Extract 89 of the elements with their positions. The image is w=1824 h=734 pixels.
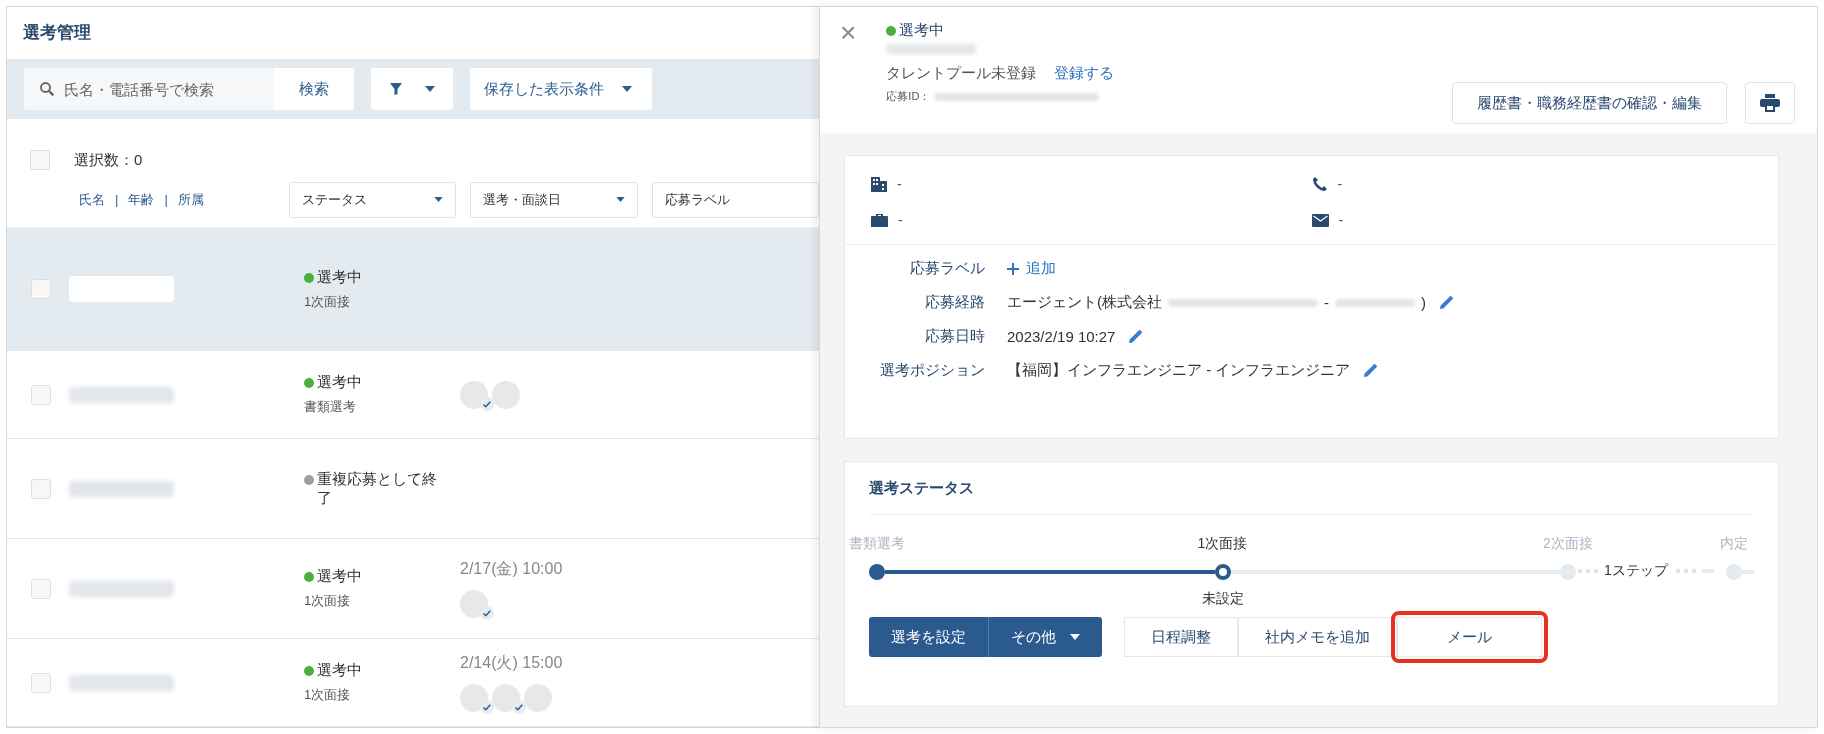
print-button[interactable]: [1745, 82, 1795, 124]
briefcase-icon: [871, 212, 888, 228]
status-text: 選考中: [317, 373, 362, 392]
status-text: 選考中: [317, 567, 362, 586]
stage-text: 1次面接: [304, 592, 352, 610]
close-button[interactable]: ×: [840, 19, 857, 133]
resume-button[interactable]: 履歴書・職務経歴書の確認・編集: [1452, 82, 1727, 124]
contact-value: -: [1337, 176, 1343, 192]
mail-icon: [1311, 213, 1329, 227]
filter-icon: [389, 82, 403, 97]
check-icon: [480, 700, 494, 714]
sort-link[interactable]: 所属: [177, 190, 204, 209]
search-button[interactable]: 検索: [274, 68, 354, 111]
row-checkbox[interactable]: [31, 672, 51, 693]
stage-text: 1次面接: [304, 686, 352, 704]
set-stage-button[interactable]: 選考を設定: [869, 617, 989, 657]
field-value: ): [1421, 294, 1426, 311]
stage-text: 書類選考: [304, 398, 357, 416]
plus-icon[interactable]: [1007, 262, 1019, 275]
contact-value: -: [897, 176, 902, 192]
table-row[interactable]: 選考中 1次面接 2/17(金) 10:00: [7, 539, 819, 639]
step-label: 書類選考: [849, 535, 905, 553]
stage-text: 1次面接: [304, 292, 352, 311]
separator: |: [164, 192, 168, 208]
caret-icon: [615, 197, 625, 203]
check-icon: [512, 700, 526, 714]
step-label: 1次面接: [1197, 535, 1248, 553]
table-row[interactable]: 選考中 1次面接 2/14(火) 15:00: [7, 639, 819, 727]
field-label: 応募日時: [924, 327, 985, 346]
page-title: 選考管理: [23, 22, 91, 45]
caret-icon: [434, 197, 444, 203]
selection-count: 選択数：0: [74, 150, 143, 171]
application-id-label: 応募ID：: [886, 89, 931, 104]
more-dropdown[interactable]: その他: [989, 617, 1102, 657]
row-checkbox[interactable]: [31, 578, 51, 599]
talent-pool-status: タレントプール未登録: [886, 64, 1037, 83]
status-text: 選考中: [317, 661, 362, 680]
table-row[interactable]: 選考中 書類選考: [7, 351, 819, 439]
field-value: -: [1324, 294, 1329, 311]
step-note: 未設定: [1201, 590, 1244, 608]
status-text: 選考中: [317, 267, 362, 287]
contact-value: -: [898, 212, 903, 228]
field-label: 選考ポジション: [879, 361, 985, 380]
separator: |: [115, 192, 119, 208]
field-label: 応募経路: [924, 293, 985, 312]
caret-icon: [1070, 634, 1080, 640]
sort-link[interactable]: 年齢: [128, 190, 155, 209]
step-label: 内定: [1720, 535, 1748, 553]
building-icon: [871, 176, 887, 192]
pencil-icon[interactable]: [1129, 330, 1143, 343]
filter-button[interactable]: [371, 68, 453, 111]
section-title: 選考ステータス: [869, 462, 1754, 515]
action-button[interactable]: メール: [1397, 617, 1542, 657]
row-checkbox[interactable]: [31, 478, 51, 499]
step-label: 2次面接: [1543, 535, 1593, 553]
caret-icon: [622, 86, 632, 93]
register-link[interactable]: 登録する: [1054, 64, 1115, 83]
field-value: 2023/2/19 10:27: [1007, 328, 1116, 345]
search-icon: [38, 80, 56, 99]
search-field[interactable]: 氏名・電話番号で検索: [24, 68, 274, 111]
table-row[interactable]: 重複応募として終了: [7, 439, 819, 539]
row-checkbox[interactable]: [31, 384, 51, 405]
column-filter[interactable]: 選考・面談日: [470, 181, 638, 218]
contact-value: -: [1338, 212, 1344, 228]
saved-views-dropdown[interactable]: 保存した表示条件: [470, 68, 652, 111]
column-filter[interactable]: ステータス: [289, 181, 457, 218]
print-icon: [1760, 94, 1780, 112]
select-all-checkbox[interactable]: [30, 150, 50, 171]
interview-date: 2/17(金) 10:00: [460, 559, 563, 579]
row-checkbox[interactable]: [31, 279, 51, 299]
field-value: エージェント(株式会社: [1007, 293, 1162, 312]
check-icon: [480, 606, 494, 620]
sort-link[interactable]: 氏名: [79, 190, 105, 209]
table-row[interactable]: 選考中 1次面接: [7, 228, 819, 351]
status-text: 重複応募として終了: [317, 469, 438, 508]
add-label-link[interactable]: 追加: [1026, 259, 1056, 278]
interview-date: 2/14(火) 15:00: [460, 653, 563, 673]
caret-icon: [425, 86, 435, 93]
field-label: 応募ラベル: [909, 259, 985, 278]
action-button[interactable]: 日程調整: [1124, 617, 1238, 657]
check-icon: [480, 396, 494, 411]
pencil-icon[interactable]: [1440, 296, 1453, 309]
skipped-steps-label: 1ステップ: [1604, 562, 1668, 580]
phone-icon: [1311, 176, 1328, 192]
pencil-icon[interactable]: [1364, 364, 1378, 377]
status-text: 選考中: [899, 21, 945, 40]
action-button[interactable]: 社内メモを追加: [1238, 617, 1397, 657]
column-filter[interactable]: 応募ラベル: [651, 181, 819, 218]
field-value: 【福岡】インフラエンジニア - インフラエンジニア: [1007, 361, 1351, 380]
